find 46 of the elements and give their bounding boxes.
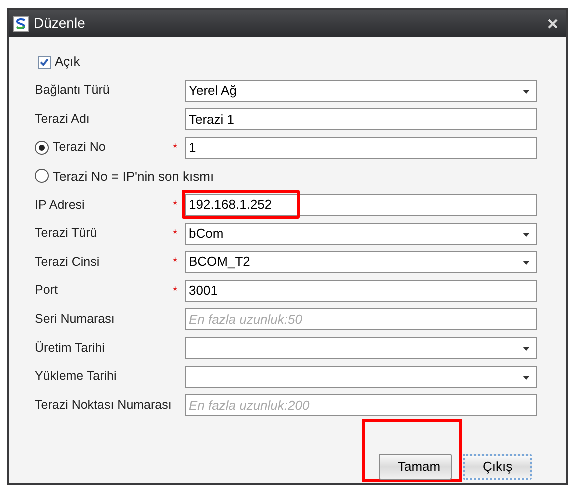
dropdown[interactable]: bCom: [185, 222, 537, 245]
dialog-button[interactable]: Tamam: [379, 454, 452, 480]
input-field[interactable]: Terazi 1: [185, 108, 537, 130]
caret-icon: [523, 90, 530, 94]
field-label: Terazi Türü: [35, 225, 98, 242]
field-label: IP Adresi: [35, 196, 85, 214]
input-field[interactable]: En fazla uzunluk:50: [185, 308, 537, 330]
input-field[interactable]: En fazla uzunluk:200: [185, 394, 537, 416]
field-label: Terazi Adı: [35, 110, 90, 128]
field-label: Yükleme Tarihi: [35, 368, 117, 386]
input-field[interactable]: 3001: [185, 280, 537, 302]
dropdown-value: Yerel Ağ: [189, 82, 237, 100]
dropdown-value: bCom: [189, 224, 224, 243]
field-label: Terazi Noktası Numarası: [35, 396, 172, 414]
checkmark-icon: [40, 58, 49, 66]
required-mark: *: [173, 282, 178, 300]
close-icon[interactable]: [548, 18, 558, 28]
dropdown-value: BCOM_T2: [189, 253, 250, 272]
radio-button[interactable]: [35, 169, 49, 184]
dropdown[interactable]: BCOM_T2: [185, 251, 537, 274]
input-field[interactable]: 192.168.1.252: [185, 194, 537, 216]
required-mark: *: [173, 226, 178, 243]
dialog-button[interactable]: Çıkış: [463, 454, 532, 480]
checkbox-label: Açık: [55, 53, 80, 72]
field-label: Seri Numarası: [35, 310, 115, 328]
field-label: Bağlantı Türü: [35, 82, 110, 100]
input-field[interactable]: 1: [185, 136, 537, 159]
checkbox[interactable]: [38, 56, 51, 68]
required-mark: *: [173, 140, 178, 157]
required-mark: *: [173, 254, 178, 272]
radio-button[interactable]: [35, 140, 49, 155]
caret-icon: [523, 261, 530, 266]
dropdown[interactable]: [185, 336, 537, 359]
dropdown[interactable]: [185, 366, 537, 388]
caret-icon: [523, 376, 530, 380]
caret-icon: [523, 232, 530, 237]
window-title: Düzenle: [34, 14, 86, 33]
radio-label: Terazi No = IP'nin son kısmı: [53, 168, 214, 186]
app-logo-icon: [13, 16, 29, 32]
required-mark: *: [173, 196, 178, 214]
field-label: Terazi Cinsi: [35, 254, 100, 271]
field-label: Port: [35, 282, 58, 300]
dropdown[interactable]: Yerel Ağ: [185, 80, 537, 102]
field-label: Üretim Tarihi: [35, 340, 105, 357]
field-label: Terazi No: [53, 139, 106, 156]
caret-icon: [523, 346, 530, 351]
